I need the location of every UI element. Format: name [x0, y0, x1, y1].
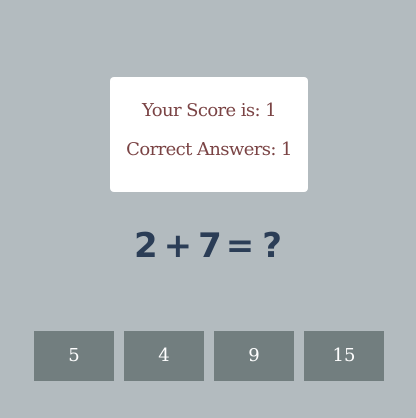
answer-button-3[interactable]: 9 — [214, 331, 294, 381]
equals-symbol: = — [225, 226, 255, 266]
unknown-symbol: ? — [262, 226, 283, 266]
left-operand: 2 — [133, 226, 158, 266]
math-question: 2 +7 =? — [0, 226, 416, 266]
operator-symbol: + — [163, 226, 193, 266]
answer-button-2[interactable]: 4 — [124, 331, 204, 381]
answer-options: 5 4 9 15 — [34, 331, 384, 381]
answer-button-1[interactable]: 5 — [34, 331, 114, 381]
correct-answers-text: Correct Answers: 1 — [126, 139, 292, 160]
right-operand: 7 — [198, 226, 222, 266]
score-text: Your Score is: 1 — [142, 100, 277, 121]
answer-button-4[interactable]: 15 — [304, 331, 384, 381]
score-card: Your Score is: 1 Correct Answers: 1 — [110, 77, 308, 192]
